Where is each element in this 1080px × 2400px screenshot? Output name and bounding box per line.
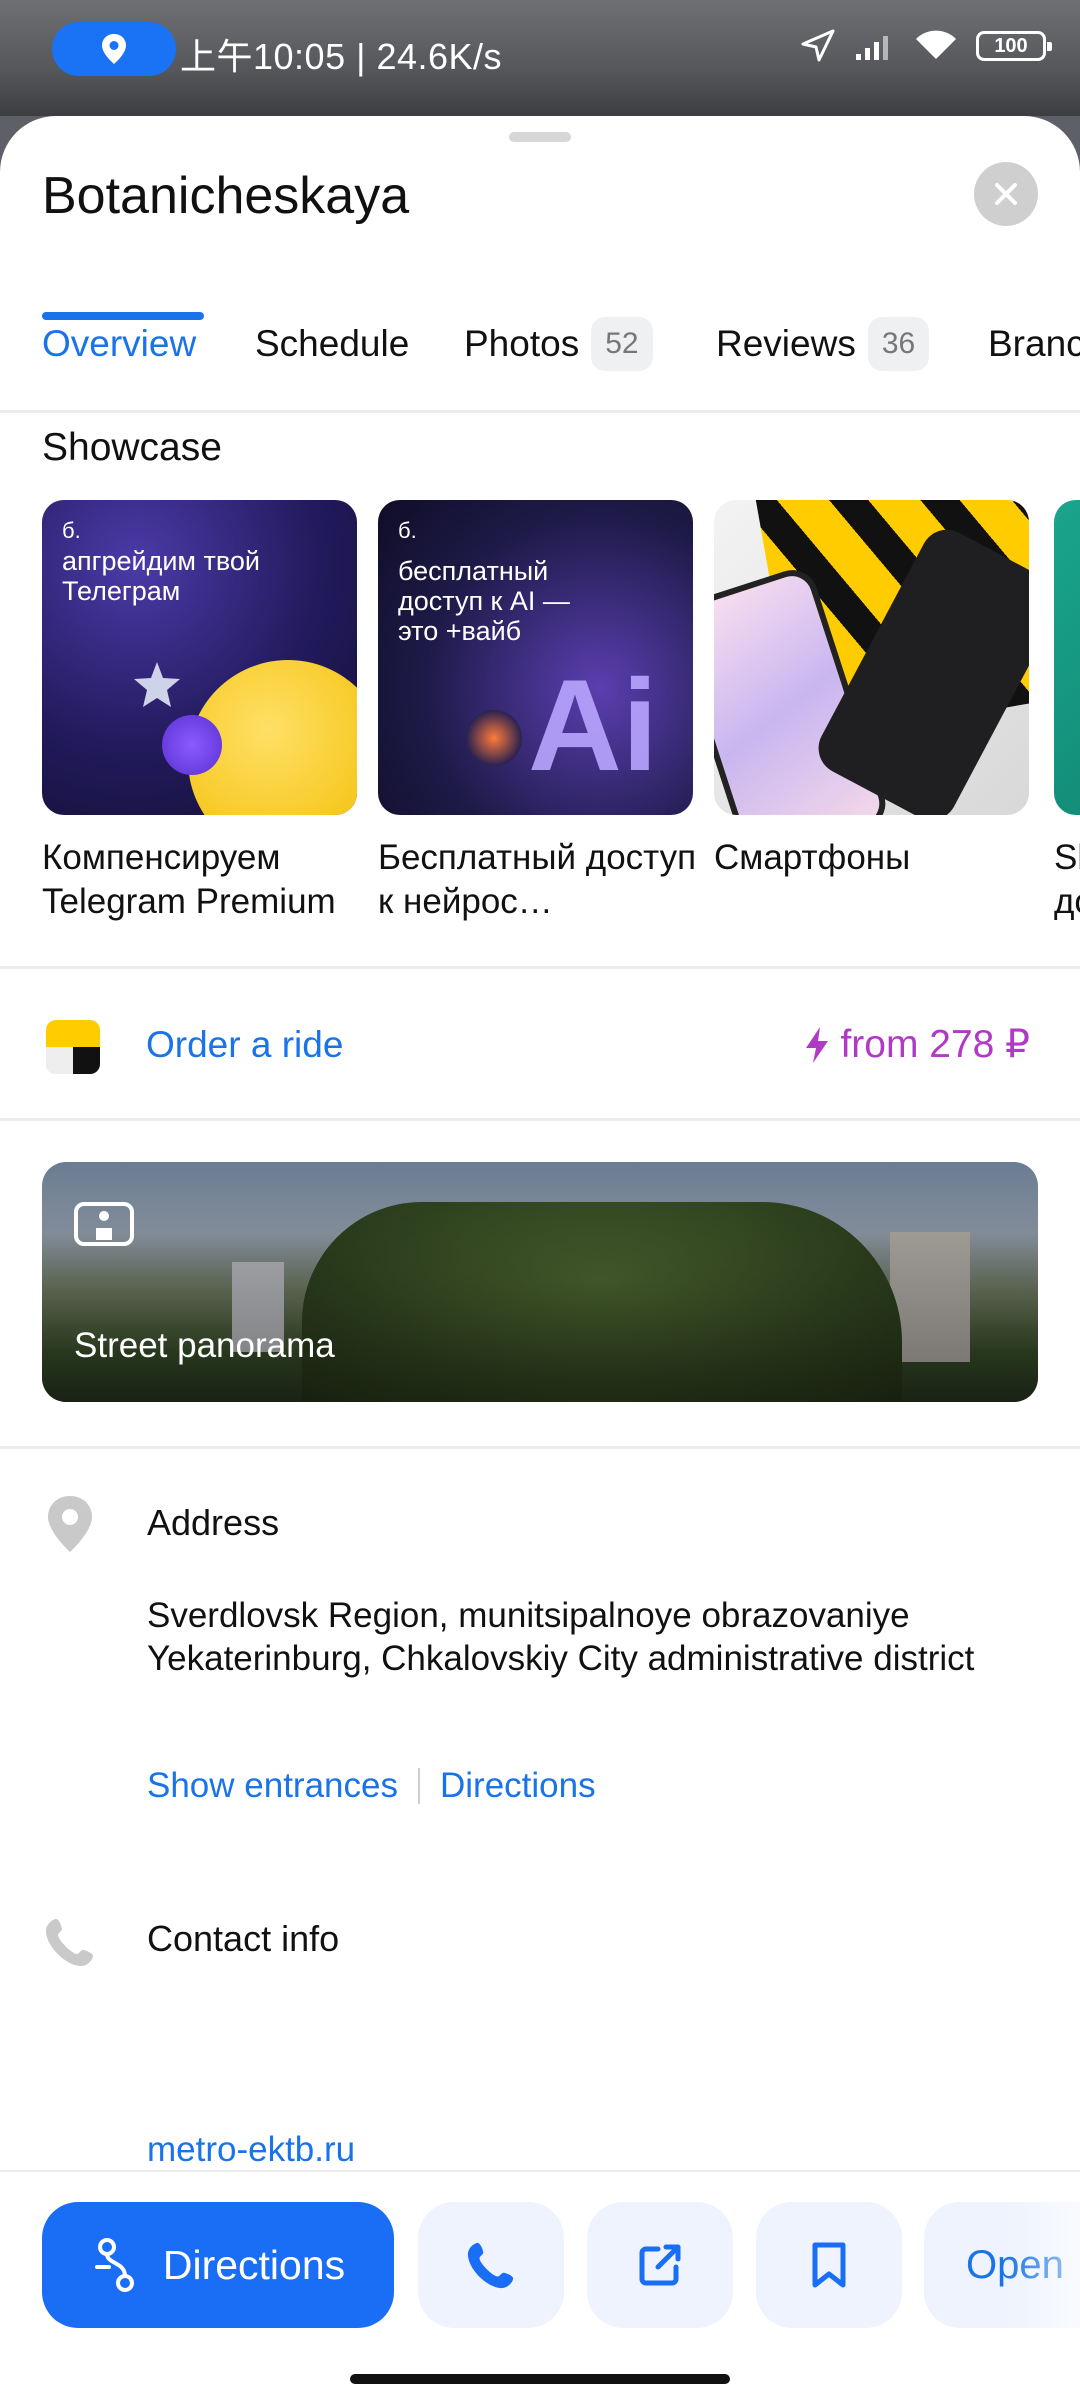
open-button[interactable]: Open: [924, 2202, 1080, 2328]
wifi-icon: [916, 30, 956, 59]
lightning-icon: [806, 1026, 829, 1063]
address-text: Sverdlovsk Region, munitsipalnoye obrazo…: [147, 1596, 975, 1678]
tab-overview[interactable]: Overview: [42, 294, 196, 394]
status-icons: 100: [800, 28, 1052, 64]
panorama-icon: [74, 1202, 134, 1246]
star-icon: [134, 662, 180, 707]
bookmark-icon: [812, 2242, 846, 2288]
ride-price: from 278 ₽: [804, 1022, 1030, 1067]
showcase-card[interactable]: б. бесплатный доступ к AI — это +вайб Ai: [378, 500, 693, 815]
panorama-label: Street panorama: [74, 1326, 335, 1365]
phone-icon: [46, 1919, 93, 1966]
location-pin-icon: [102, 34, 126, 64]
route-icon: [94, 2238, 134, 2292]
card-promo-text: апгрейдим твой Телеграм: [62, 546, 261, 606]
divider: [0, 410, 1080, 413]
contact-info-title: Contact info: [147, 1918, 340, 1959]
battery-icon: 100: [976, 31, 1052, 61]
page-title: Botanicheskaya: [42, 167, 410, 225]
showcase-carousel[interactable]: б. апгрейдим твой Телеграм Компенсируем …: [42, 500, 1080, 940]
order-ride-row[interactable]: Order a ride from 278 ₽: [0, 974, 1080, 1124]
phone-icon: [467, 2242, 514, 2289]
close-button[interactable]: [974, 162, 1038, 226]
battery-level: 100: [994, 34, 1028, 57]
panorama-shade: [42, 1162, 1038, 1402]
address-title: Address: [147, 1502, 280, 1543]
location-indicator: [52, 22, 176, 76]
active-tab-indicator: [42, 312, 204, 320]
close-icon: [995, 183, 1017, 205]
status-time-speed: 上午10:05 | 24.6K/s: [180, 36, 503, 77]
tab-label: Branc: [988, 323, 1080, 364]
divider: [0, 1118, 1080, 1121]
show-entrances-link[interactable]: Show entrances: [147, 1766, 398, 1806]
directions-link[interactable]: Directions: [440, 1766, 596, 1806]
tab-label: Schedule: [255, 323, 410, 364]
tab-label: Photos: [464, 323, 580, 364]
card-brand: б.: [62, 518, 81, 543]
reviews-count-badge: 36: [867, 317, 930, 371]
directions-button-label: Directions: [162, 2241, 346, 2288]
showcase-title: Showcase: [42, 426, 222, 469]
address-links: Show entrances Directions: [147, 1766, 596, 1806]
showcase-card[interactable]: [1054, 500, 1080, 815]
taxi-logo-icon: [46, 1020, 100, 1074]
showcase-card-label[interactable]: Бесплатный доступ к нейрос…: [378, 836, 698, 924]
tab-reviews[interactable]: Reviews 36: [716, 294, 930, 394]
tab-schedule[interactable]: Schedule: [255, 294, 409, 394]
divider: [0, 1446, 1080, 1449]
status-bar: 上午10:05 | 24.6K/s 100: [0, 0, 1080, 116]
website-link[interactable]: metro-ektb.ru: [147, 2130, 355, 2170]
bottom-action-bar: Directions Open: [0, 2170, 1080, 2400]
street-panorama-card[interactable]: Street panorama: [42, 1162, 1038, 1402]
order-ride-label: Order a ride: [146, 1024, 344, 1065]
showcase-card-label[interactable]: Компенсируем Telegram Premium: [42, 836, 362, 924]
showcase-card-label[interactable]: Sl до: [1054, 836, 1080, 924]
directions-button[interactable]: Directions: [42, 2202, 394, 2328]
ai-graphic: Ai: [528, 652, 658, 798]
photos-count-badge: 52: [591, 317, 653, 371]
navigation-arrow-icon: [801, 29, 835, 62]
card-promo-text: бесплатный доступ к AI — это +вайб: [398, 556, 570, 646]
bookmark-button[interactable]: [756, 2202, 902, 2328]
tab-branches[interactable]: Branc: [988, 294, 1080, 394]
tab-label: Overview: [42, 323, 197, 364]
location-pin-icon: [48, 1496, 92, 1552]
ride-price-text: from 278 ₽: [840, 1023, 1030, 1066]
showcase-card-label[interactable]: Смартфоны: [714, 836, 1034, 880]
home-indicator[interactable]: [350, 2374, 730, 2384]
place-card-sheet: Botanicheskaya Overview Schedule Photos …: [0, 116, 1080, 2400]
open-button-label: Open: [966, 2242, 1064, 2287]
showcase-card[interactable]: б. апгрейдим твой Телеграм: [42, 500, 357, 815]
drag-handle[interactable]: [509, 132, 571, 142]
tab-photos[interactable]: Photos 52: [464, 294, 653, 394]
tab-label: Reviews: [716, 323, 856, 364]
orb-graphic: [466, 710, 522, 766]
divider: [0, 966, 1080, 969]
card-brand: б.: [398, 518, 417, 543]
link-divider: [417, 1768, 420, 1804]
showcase-card[interactable]: [714, 500, 1029, 815]
share-button[interactable]: [587, 2202, 733, 2328]
star-illustration: [162, 715, 222, 775]
signal-icon: [856, 36, 888, 60]
share-icon: [639, 2244, 681, 2286]
call-button[interactable]: [418, 2202, 564, 2328]
